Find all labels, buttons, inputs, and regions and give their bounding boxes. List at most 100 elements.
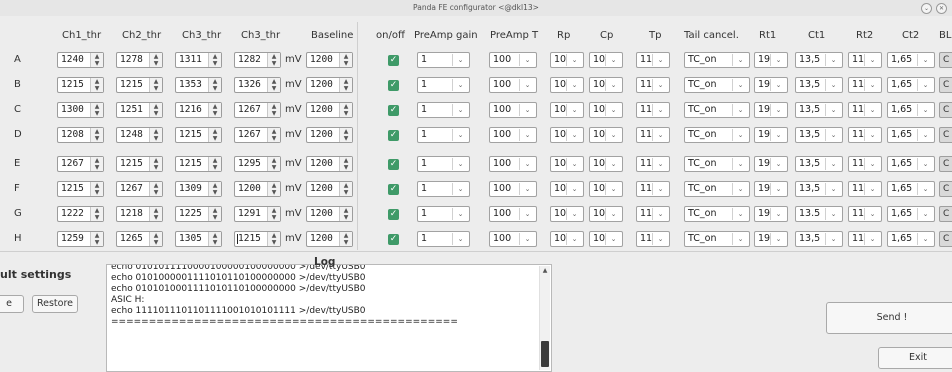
tail-combo[interactable]: TC_on ⌄ [684,102,750,118]
spin-arrows-icon[interactable]: ▲ ▼ [149,157,162,171]
spin-arrows-icon[interactable]: ▲ ▼ [149,53,162,67]
ch1-spinbox[interactable]: 1300 ▲ ▼ [57,102,104,118]
ch2-spinbox[interactable]: 1278 ▲ ▼ [116,52,163,68]
spin-arrows-icon[interactable]: ▲ ▼ [208,207,221,221]
ch1-spinbox[interactable]: 1259 ▲ ▼ [57,231,104,247]
rt1-combo[interactable]: 19 ⌄ [754,102,788,118]
spin-arrows-icon[interactable]: ▲ ▼ [339,207,352,221]
gain-combo[interactable]: 1 ⌄ [417,181,470,197]
gain-combo[interactable]: 1 ⌄ [417,127,470,143]
preamp_t-combo[interactable]: 100 ⌄ [489,181,537,197]
spin-arrows-icon[interactable]: ▲ ▼ [267,128,280,142]
bl-button[interactable]: C [939,231,952,247]
bl-button[interactable]: C [939,206,952,222]
ct2-combo[interactable]: 1,65 ⌄ [887,127,935,143]
ct2-combo[interactable]: 1,65 ⌄ [887,181,935,197]
tail-combo[interactable]: TC_on ⌄ [684,156,750,172]
scroll-up-icon[interactable]: ▲ [540,267,550,274]
spin-arrows-icon[interactable]: ▲ ▼ [90,182,103,196]
ch3-spinbox[interactable]: 1353 ▲ ▼ [175,77,222,93]
spin-arrows-icon[interactable]: ▲ ▼ [149,207,162,221]
bl-button[interactable]: C [939,102,952,118]
tp-combo[interactable]: 11 ⌄ [636,77,670,93]
tail-combo[interactable]: TC_on ⌄ [684,181,750,197]
ch1-spinbox[interactable]: 1208 ▲ ▼ [57,127,104,143]
baseline-spinbox[interactable]: 1200 ▲ ▼ [306,102,353,118]
rp-combo[interactable]: 10 ⌄ [550,102,584,118]
ch3b-spinbox[interactable]: 1326 ▲ ▼ [234,77,281,93]
baseline-spinbox[interactable]: 1200 ▲ ▼ [306,52,353,68]
ch3b-spinbox[interactable]: 1267 ▲ ▼ [234,127,281,143]
spin-arrows-icon[interactable]: ▲ ▼ [90,207,103,221]
spin-arrows-icon[interactable]: ▲ ▼ [90,128,103,142]
spin-arrows-icon[interactable]: ▲ ▼ [90,232,103,246]
ch1-spinbox[interactable]: 1240 ▲ ▼ [57,52,104,68]
ct1-combo[interactable]: 13,5 ⌄ [795,181,843,197]
bl-button[interactable]: C [939,52,952,68]
ch3-spinbox[interactable]: 1216 ▲ ▼ [175,102,222,118]
ch2-spinbox[interactable]: 1265 ▲ ▼ [116,231,163,247]
ch3-spinbox[interactable]: 1311 ▲ ▼ [175,52,222,68]
bl-button[interactable]: C [939,127,952,143]
log-scrollbar[interactable]: ▲ [539,266,550,370]
ch3b-spinbox[interactable]: 1291 ▲ ▼ [234,206,281,222]
baseline-spinbox[interactable]: 1200 ▲ ▼ [306,181,353,197]
rt1-combo[interactable]: 19 ⌄ [754,127,788,143]
spin-arrows-icon[interactable]: ▲ ▼ [149,182,162,196]
spin-arrows-icon[interactable]: ▲ ▼ [208,128,221,142]
baseline-spinbox[interactable]: 1200 ▲ ▼ [306,127,353,143]
ch2-spinbox[interactable]: 1215 ▲ ▼ [116,77,163,93]
spin-arrows-icon[interactable]: ▲ ▼ [90,157,103,171]
enable-checkbox[interactable]: ✓ [388,80,399,91]
exit-button[interactable]: Exit [878,347,952,369]
ch3b-spinbox[interactable]: 1282 ▲ ▼ [234,52,281,68]
spin-arrows-icon[interactable]: ▲ ▼ [149,128,162,142]
rt1-combo[interactable]: 19 ⌄ [754,52,788,68]
ct1-combo[interactable]: 13.5 ⌄ [795,206,843,222]
spin-arrows-icon[interactable]: ▲ ▼ [267,207,280,221]
spin-arrows-icon[interactable]: ▲ ▼ [267,232,280,246]
ct1-combo[interactable]: 13,5 ⌄ [795,127,843,143]
enable-checkbox[interactable]: ✓ [388,105,399,116]
ch3b-spinbox[interactable]: 1295 ▲ ▼ [234,156,281,172]
rt1-combo[interactable]: 19 ⌄ [754,206,788,222]
rp-combo[interactable]: 10 ⌄ [550,52,584,68]
spin-arrows-icon[interactable]: ▲ ▼ [90,53,103,67]
ch1-spinbox[interactable]: 1267 ▲ ▼ [57,156,104,172]
rt1-combo[interactable]: 19 ⌄ [754,77,788,93]
tail-combo[interactable]: TC_on ⌄ [684,231,750,247]
tail-combo[interactable]: TC_on ⌄ [684,127,750,143]
gain-combo[interactable]: 1 ⌄ [417,206,470,222]
rt2-combo[interactable]: 11 ⌄ [848,77,882,93]
spin-arrows-icon[interactable]: ▲ ▼ [267,53,280,67]
gain-combo[interactable]: 1 ⌄ [417,231,470,247]
close-icon[interactable]: ✕ [936,3,947,14]
preamp_t-combo[interactable]: 100 ⌄ [489,231,537,247]
spin-arrows-icon[interactable]: ▲ ▼ [149,232,162,246]
spin-arrows-icon[interactable]: ▲ ▼ [149,103,162,117]
spin-arrows-icon[interactable]: ▲ ▼ [339,232,352,246]
tp-combo[interactable]: 11 ⌄ [636,206,670,222]
tp-combo[interactable]: 11 ⌄ [636,127,670,143]
spin-arrows-icon[interactable]: ▲ ▼ [339,53,352,67]
ct2-combo[interactable]: 1,65 ⌄ [887,206,935,222]
ct2-combo[interactable]: 1,65 ⌄ [887,156,935,172]
enable-checkbox[interactable]: ✓ [388,159,399,170]
ct2-combo[interactable]: 1,65 ⌄ [887,52,935,68]
ch1-spinbox[interactable]: 1215 ▲ ▼ [57,181,104,197]
rt2-combo[interactable]: 11 ⌄ [848,231,882,247]
spin-arrows-icon[interactable]: ▲ ▼ [267,103,280,117]
ch3-spinbox[interactable]: 1305 ▲ ▼ [175,231,222,247]
spin-arrows-icon[interactable]: ▲ ▼ [208,157,221,171]
ch2-spinbox[interactable]: 1251 ▲ ▼ [116,102,163,118]
spin-arrows-icon[interactable]: ▲ ▼ [208,232,221,246]
ct1-combo[interactable]: 13,5 ⌄ [795,231,843,247]
cp-combo[interactable]: 10 ⌄ [589,181,623,197]
spin-arrows-icon[interactable]: ▲ ▼ [339,157,352,171]
tp-combo[interactable]: 11 ⌄ [636,231,670,247]
baseline-spinbox[interactable]: 1200 ▲ ▼ [306,77,353,93]
preamp_t-combo[interactable]: 100 ⌄ [489,77,537,93]
spin-arrows-icon[interactable]: ▲ ▼ [267,157,280,171]
spin-arrows-icon[interactable]: ▲ ▼ [208,78,221,92]
cp-combo[interactable]: 10 ⌄ [589,231,623,247]
